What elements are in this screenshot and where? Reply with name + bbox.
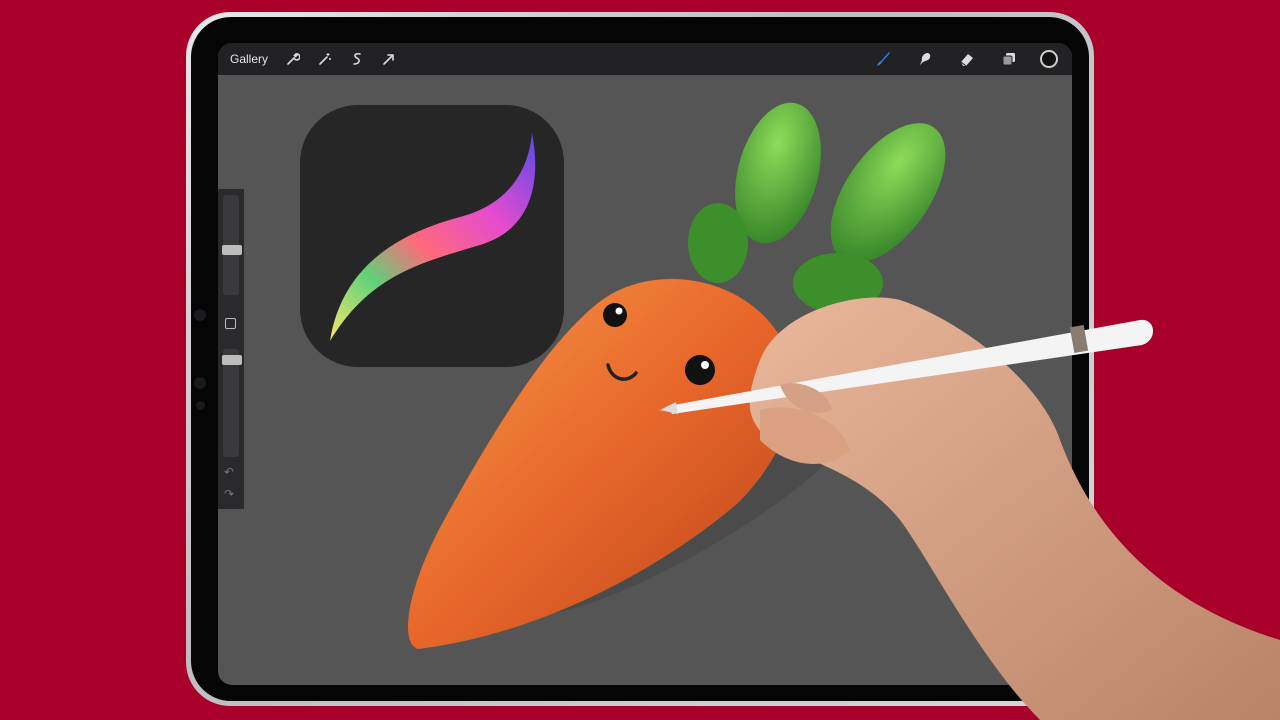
- hand-with-apple-pencil: [660, 297, 1280, 720]
